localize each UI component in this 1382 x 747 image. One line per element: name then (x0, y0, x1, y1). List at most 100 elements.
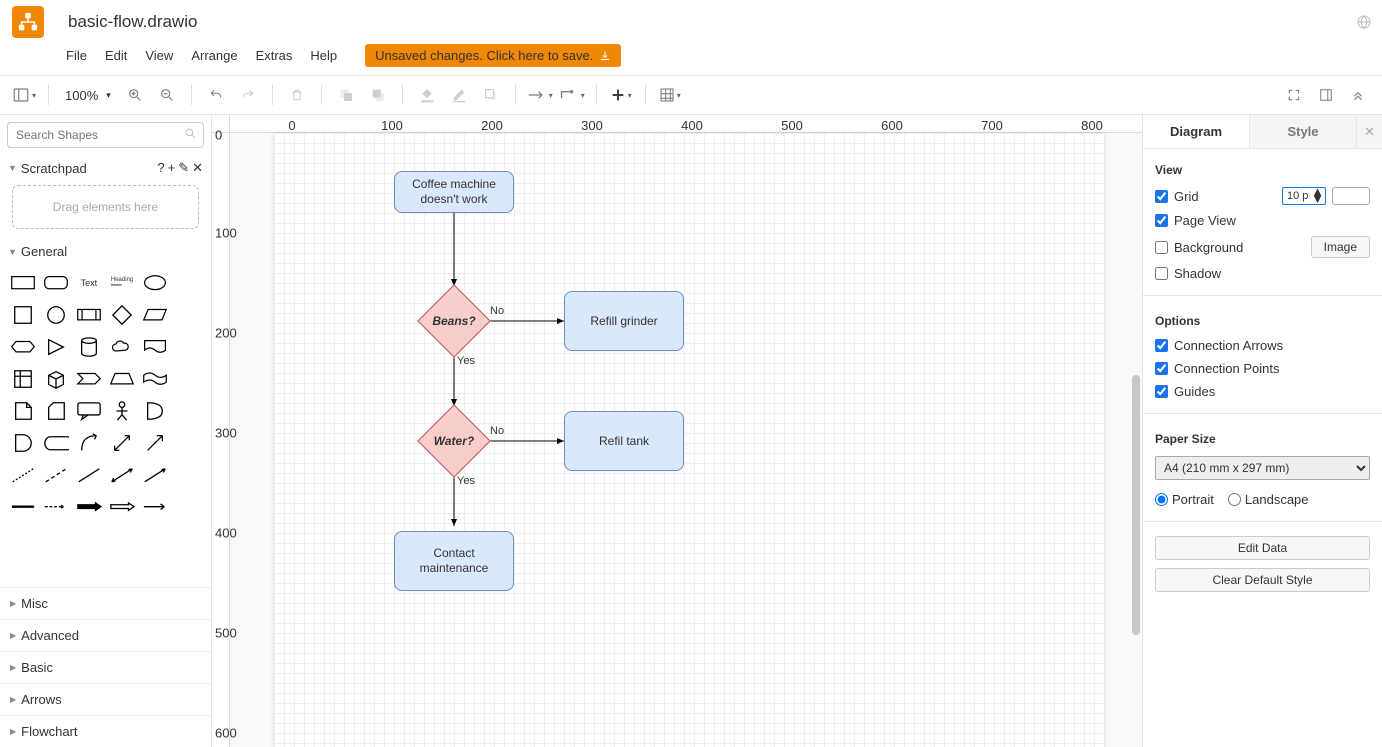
conn-points-checkbox[interactable] (1155, 362, 1168, 375)
shape-cloud[interactable] (107, 334, 136, 360)
node-coffee-machine[interactable]: Coffee machine doesn't work (394, 171, 514, 213)
shape-circle[interactable] (41, 302, 70, 328)
shape-rect[interactable] (8, 270, 37, 296)
node-refill-grinder[interactable]: Refill grinder (564, 291, 684, 351)
menu-help[interactable]: Help (310, 48, 337, 63)
shape-rounded-rect[interactable] (41, 270, 70, 296)
general-section-header[interactable]: ▼ General (0, 239, 211, 264)
conn-arrows-checkbox[interactable] (1155, 339, 1168, 352)
shape-line[interactable] (74, 462, 103, 488)
shape-conn-thick[interactable] (74, 494, 103, 520)
waypoint-button[interactable]: ▾ (558, 82, 586, 108)
shape-blank[interactable] (174, 270, 203, 296)
shape-tape[interactable] (141, 366, 170, 392)
paper-size-select[interactable]: A4 (210 mm x 297 mm) (1155, 456, 1370, 480)
unsaved-banner[interactable]: Unsaved changes. Click here to save. (365, 44, 621, 67)
zoom-out-button[interactable] (153, 82, 181, 108)
zoom-select[interactable]: 100%▾ (59, 88, 117, 103)
stepper-down-icon[interactable]: ▼ (1311, 195, 1324, 202)
shape-internal[interactable] (8, 366, 37, 392)
search-input[interactable] (7, 122, 204, 148)
shape-step[interactable] (74, 366, 103, 392)
portrait-radio[interactable] (1155, 493, 1168, 506)
grid-color-swatch[interactable] (1332, 187, 1370, 205)
shape-arrow[interactable] (141, 430, 170, 456)
undo-button[interactable] (202, 82, 230, 108)
page[interactable]: Coffee machine doesn't work Beans? No Ye… (274, 133, 1104, 747)
shape-blank4[interactable] (174, 366, 203, 392)
to-front-button[interactable] (332, 82, 360, 108)
shape-blank7[interactable] (174, 462, 203, 488)
shape-trapezoid[interactable] (107, 366, 136, 392)
scratchpad-dropzone[interactable]: Drag elements here (12, 185, 199, 229)
scrollbar-vertical[interactable] (1132, 375, 1140, 635)
to-back-button[interactable] (364, 82, 392, 108)
shadow-button[interactable] (477, 82, 505, 108)
line-color-button[interactable] (445, 82, 473, 108)
shape-hexagon[interactable] (8, 334, 37, 360)
tab-style[interactable]: Style (1250, 115, 1356, 148)
shape-cube[interactable] (41, 366, 70, 392)
insert-button[interactable]: ▾ (607, 82, 635, 108)
shape-conn-open[interactable] (141, 494, 170, 520)
zoom-in-button[interactable] (121, 82, 149, 108)
category-misc[interactable]: ▶Misc (0, 587, 211, 619)
shape-data[interactable] (41, 430, 70, 456)
shape-bidir-arrow[interactable] (107, 430, 136, 456)
fullscreen-button[interactable] (1280, 82, 1308, 108)
node-contact-maintenance[interactable]: Contact maintenance (394, 531, 514, 591)
canvas[interactable]: 0100200300400500600700800 01002003004005… (212, 115, 1142, 747)
shape-blank3[interactable] (174, 334, 203, 360)
shape-blank5[interactable] (174, 398, 203, 424)
node-refill-tank[interactable]: Refil tank (564, 411, 684, 471)
grid-checkbox[interactable] (1155, 190, 1168, 203)
scratchpad-close-icon[interactable]: ✕ (192, 160, 203, 176)
category-arrows[interactable]: ▶Arrows (0, 683, 211, 715)
menu-edit[interactable]: Edit (105, 48, 127, 63)
category-basic[interactable]: ▶Basic (0, 651, 211, 683)
shape-dotted[interactable] (8, 462, 37, 488)
shape-blank6[interactable] (174, 430, 203, 456)
table-button[interactable]: ▾ (656, 82, 684, 108)
tab-diagram[interactable]: Diagram (1143, 115, 1250, 148)
shape-link[interactable] (8, 494, 37, 520)
shape-process[interactable] (74, 302, 103, 328)
shape-blank2[interactable] (174, 302, 203, 328)
shape-dashed[interactable] (41, 462, 70, 488)
fill-color-button[interactable] (413, 82, 441, 108)
edge-label-yes[interactable]: Yes (457, 355, 475, 367)
scratchpad-add-icon[interactable]: + (168, 160, 176, 176)
shape-note[interactable] (8, 398, 37, 424)
shape-square[interactable] (8, 302, 37, 328)
scratchpad-edit-icon[interactable]: ✎ (178, 160, 189, 176)
shape-cylinder[interactable] (74, 334, 103, 360)
app-logo[interactable] (12, 6, 44, 38)
guides-checkbox[interactable] (1155, 385, 1168, 398)
clear-style-button[interactable]: Clear Default Style (1155, 568, 1370, 592)
edge-label-no[interactable]: No (490, 305, 504, 317)
shape-ellipse[interactable] (141, 270, 170, 296)
scratchpad-header[interactable]: ▼ Scratchpad ? + ✎ ✕ (0, 155, 211, 181)
shape-text[interactable]: Text (74, 270, 103, 296)
background-checkbox[interactable] (1155, 241, 1168, 254)
shape-document[interactable] (141, 334, 170, 360)
shape-and[interactable] (8, 430, 37, 456)
shape-triangle[interactable] (41, 334, 70, 360)
menu-view[interactable]: View (145, 48, 173, 63)
language-icon[interactable] (1356, 14, 1372, 30)
shape-curve-arrow[interactable] (74, 430, 103, 456)
shape-callout[interactable] (74, 398, 103, 424)
shape-line-arrow[interactable] (141, 462, 170, 488)
menu-arrange[interactable]: Arrange (191, 48, 237, 63)
category-advanced[interactable]: ▶Advanced (0, 619, 211, 651)
redo-button[interactable] (234, 82, 262, 108)
panel-close-icon[interactable]: ✕ (1356, 115, 1382, 148)
landscape-radio[interactable] (1228, 493, 1241, 506)
node-water[interactable]: Water? (418, 405, 490, 477)
scratchpad-help-icon[interactable]: ? (157, 160, 164, 176)
connection-button[interactable]: ▾ (526, 82, 554, 108)
document-title[interactable]: basic-flow.drawio (54, 12, 197, 32)
shape-blank8[interactable] (174, 494, 203, 520)
node-beans[interactable]: Beans? (418, 285, 490, 357)
edge-label-no[interactable]: No (490, 425, 504, 437)
